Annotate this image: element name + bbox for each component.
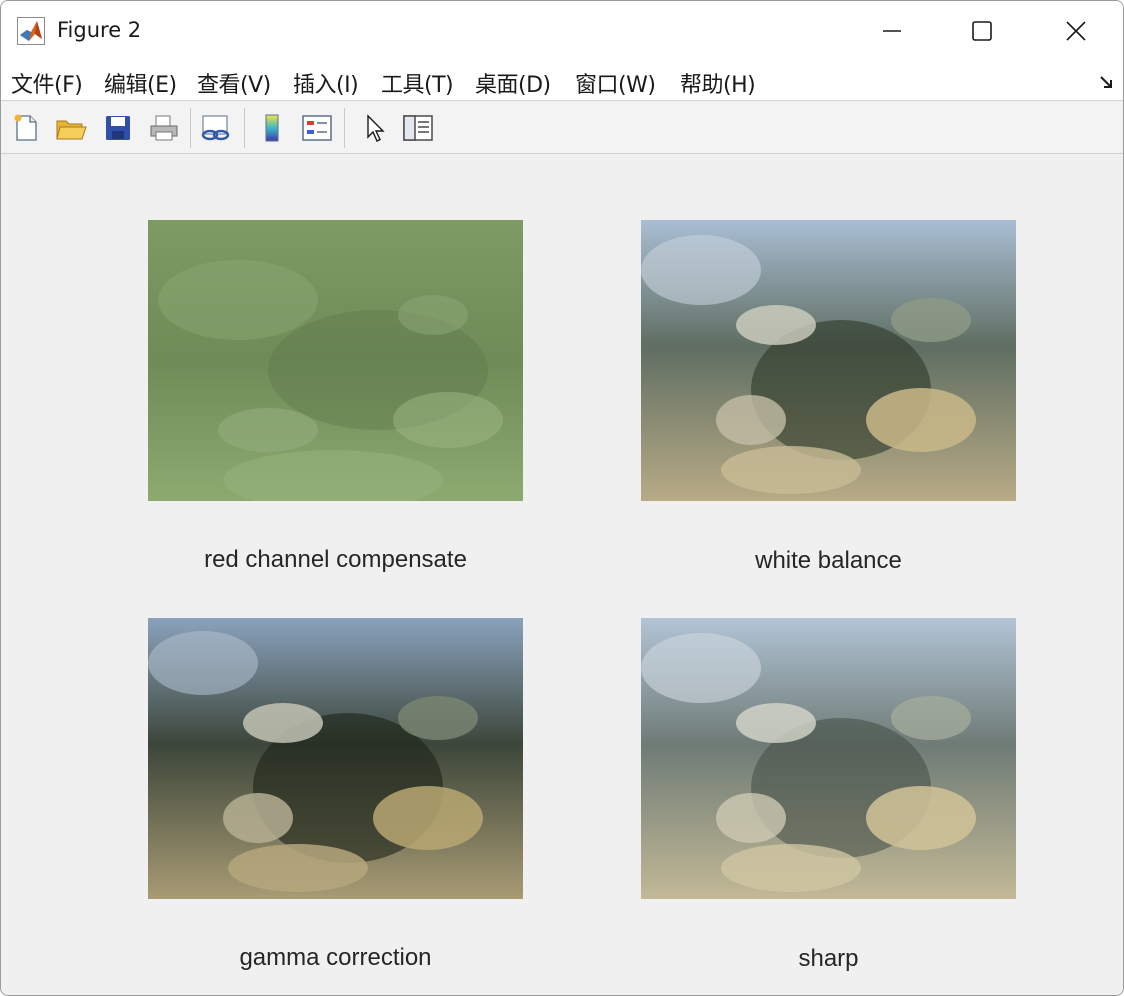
colorbar-button[interactable] [255, 111, 289, 145]
subplot-title: gamma correction [239, 944, 432, 971]
edit-plot-button[interactable] [357, 111, 391, 145]
subplot-title: white balance [755, 547, 902, 574]
subplot-title: red channel compensate [204, 546, 467, 573]
colorbar-icon [265, 114, 279, 142]
menu-desktop[interactable]: 桌面(D) [475, 67, 551, 99]
minimize-button[interactable] [847, 1, 937, 61]
menu-window[interactable]: 窗口(W) [575, 67, 656, 99]
window-title: Figure 2 [57, 18, 142, 42]
menu-insert[interactable]: 插入(I) [293, 67, 359, 99]
subplot-title: sharp [798, 945, 859, 972]
subplot-image-sharp[interactable] [641, 618, 1016, 899]
toolbar [1, 102, 1123, 154]
toolbar-separator [244, 108, 245, 148]
new-figure-icon [14, 114, 37, 141]
save-icon [106, 116, 130, 140]
link-plot-button[interactable] [199, 111, 233, 145]
title-bar: Figure 2 [1, 1, 1123, 61]
menu-help[interactable]: 帮助(H) [680, 67, 756, 99]
maximize-icon [972, 21, 992, 41]
link-plot-icon [201, 115, 230, 141]
menu-edit[interactable]: 编辑(E) [104, 67, 177, 99]
close-button[interactable] [1031, 1, 1121, 61]
legend-button[interactable] [300, 111, 334, 145]
legend-icon [302, 115, 332, 141]
open-file-icon [56, 120, 87, 140]
open-file-button[interactable] [54, 111, 88, 145]
property-inspector-icon [403, 115, 433, 141]
property-inspector-button[interactable] [401, 111, 435, 145]
maximize-button[interactable] [937, 1, 1027, 61]
toolbar-separator [190, 108, 191, 148]
menu-file[interactable]: 文件(F) [11, 67, 83, 99]
subplot-image-gamma-correction[interactable] [148, 618, 523, 899]
new-figure-button[interactable] [9, 111, 43, 145]
close-icon [1066, 21, 1086, 41]
matlab-logo-icon [17, 17, 45, 45]
figure-canvas: red channel compensate white balance gam… [1, 155, 1123, 995]
menu-view[interactable]: 查看(V) [197, 67, 271, 99]
minimize-icon [883, 30, 901, 32]
subplot-image-white-balance[interactable] [641, 220, 1016, 501]
edit-plot-pointer-icon [367, 114, 385, 142]
figure-window: Figure 2 文件(F) 编辑(E) 查看(V) 插入(I) 工具(T) 桌… [0, 0, 1124, 996]
menu-tools[interactable]: 工具(T) [381, 67, 454, 99]
save-button[interactable] [101, 111, 135, 145]
menu-bar: 文件(F) 编辑(E) 查看(V) 插入(I) 工具(T) 桌面(D) 窗口(W… [1, 61, 1123, 101]
print-icon [150, 115, 178, 141]
toolbar-separator [344, 108, 345, 148]
print-button[interactable] [147, 111, 181, 145]
dock-arrow-icon[interactable] [1098, 73, 1116, 91]
subplot-image-red-channel-compensate[interactable] [148, 220, 523, 501]
